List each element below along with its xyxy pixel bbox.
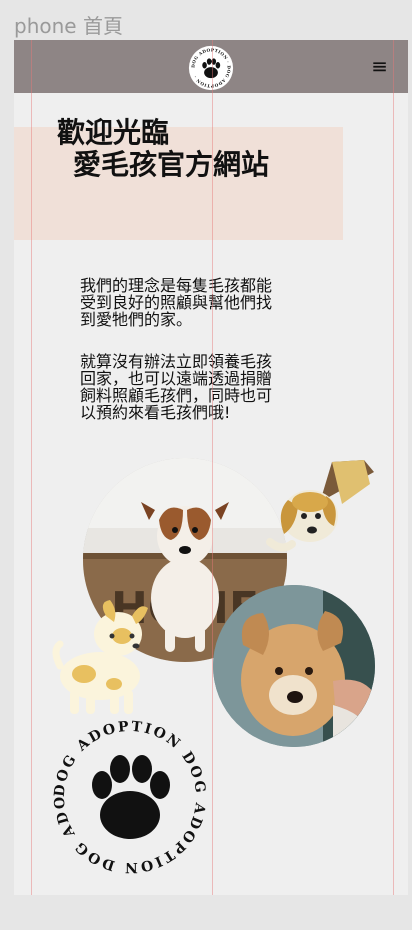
intro-p2-line: 回家，也可以遠端透過捐贈 — [80, 369, 273, 388]
intro-p2-line: 飼料照顧毛孩們，同時也可 — [80, 386, 273, 405]
intro-p1-line: 到愛牠們的家。 — [80, 310, 193, 329]
guide-line — [31, 40, 32, 895]
frame-label: phone 首頁 — [14, 14, 123, 38]
guide-line — [212, 40, 213, 895]
hero-title-line2: 愛毛孩官方網站 — [73, 148, 270, 181]
dog-adoption-seal: DOG ADOPTION DOG ADOPTION DOG ADOPTION — [48, 715, 206, 875]
intro-p2-line: 以預約來看毛孩們哦! — [80, 403, 231, 422]
intro-paragraph-1: 我們的理念是每隻毛孩都能 受到良好的照顧與幫他們找 到愛牠們的家。 — [80, 277, 314, 328]
tan-dog-photo — [213, 585, 375, 747]
yellow-dog-illustration — [52, 600, 148, 714]
paw-print-icon — [92, 755, 170, 839]
intro-p2-line: 就算沒有辦法立即領養毛孩 — [80, 352, 273, 371]
guide-line — [393, 40, 394, 895]
hamburger-menu-icon[interactable]: ≡ — [371, 56, 388, 76]
intro-p1-line: 我們的理念是每隻毛孩都能 — [80, 276, 273, 295]
intro-paragraph-2: 就算沒有辦法立即領養毛孩 回家，也可以遠端透過捐贈 飼料照顧毛孩們，同時也可 以… — [80, 353, 314, 421]
beagle-illustration — [266, 460, 374, 552]
paw-logo[interactable]: DOG ADOPTION · DOG ADOPTION · — [188, 45, 234, 91]
intro-p1-line: 受到良好的照顧與幫他們找 — [80, 293, 273, 312]
site-header: DOG ADOPTION · DOG ADOPTION · ≡ — [14, 40, 408, 93]
